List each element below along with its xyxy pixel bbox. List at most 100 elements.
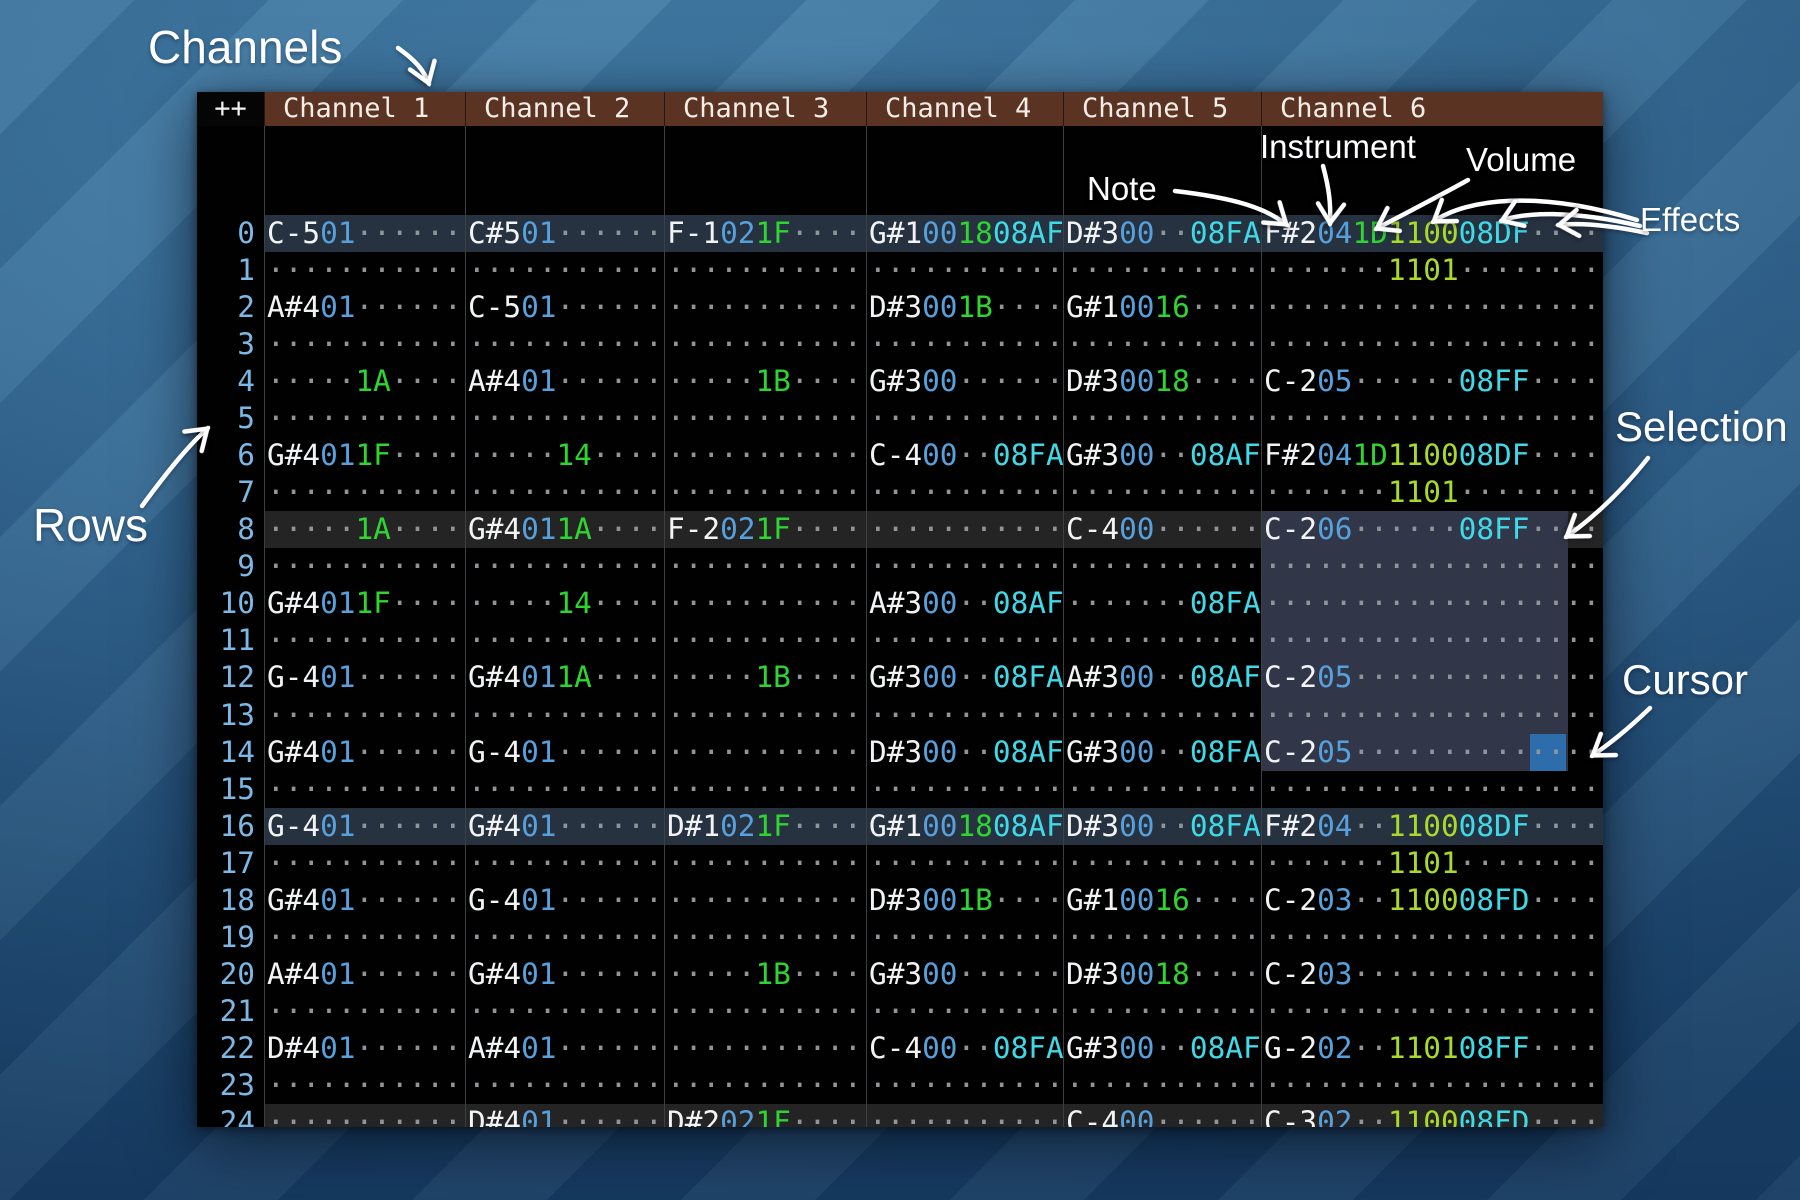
pattern-cell[interactable]: ···········: [667, 474, 862, 511]
pattern-cell[interactable]: ···········: [667, 771, 862, 808]
pattern-cell[interactable]: ···········: [667, 734, 862, 771]
pattern-cell[interactable]: ···········: [667, 882, 862, 919]
pattern-cell[interactable]: ···········: [869, 919, 1064, 956]
pattern-cell[interactable]: G#10016····: [1066, 882, 1261, 919]
pattern-cell[interactable]: ···········: [869, 548, 1064, 585]
pattern-cell[interactable]: ·······08FA: [1066, 585, 1261, 622]
pattern-cell[interactable]: ···················: [1264, 771, 1600, 808]
pattern-cell[interactable]: D#300··08FA: [1066, 808, 1261, 845]
pattern-cell[interactable]: ···········: [667, 289, 862, 326]
pattern-cell[interactable]: ···········: [667, 252, 862, 289]
pattern-cell[interactable]: ···········: [869, 622, 1064, 659]
pattern-cell[interactable]: G#401······: [267, 882, 462, 919]
pattern-cell[interactable]: ···········: [667, 400, 862, 437]
pattern-cell[interactable]: D#2021F····: [667, 1104, 862, 1127]
pattern-cell[interactable]: ···········: [869, 845, 1064, 882]
channel-header-3[interactable]: Channel 3: [664, 92, 866, 126]
pattern-cell[interactable]: C-400······: [1066, 511, 1261, 548]
pattern-cell[interactable]: ···········: [267, 771, 462, 808]
pattern-cell[interactable]: ···········: [667, 919, 862, 956]
pattern-cell[interactable]: ···················: [1264, 919, 1600, 956]
pattern-cell[interactable]: ···········: [869, 400, 1064, 437]
pattern-cell[interactable]: ·····14····: [468, 437, 663, 474]
channel-header-5[interactable]: Channel 5: [1063, 92, 1261, 126]
pattern-cell[interactable]: A#300··08AF: [1066, 659, 1261, 696]
pattern-cell[interactable]: ···········: [1066, 400, 1261, 437]
pattern-cell[interactable]: ···········: [1066, 845, 1261, 882]
pattern-cell[interactable]: G-401······: [267, 659, 462, 696]
pattern-cell[interactable]: ···········: [869, 1104, 1064, 1127]
pattern-cell[interactable]: ···················: [1264, 697, 1600, 734]
pattern-cell[interactable]: ···········: [267, 697, 462, 734]
pattern-cell[interactable]: ···········: [468, 548, 663, 585]
pattern-cell[interactable]: G#300··08AF: [1066, 437, 1261, 474]
pattern-cell[interactable]: C-205··············: [1264, 734, 1600, 771]
channel-header-6[interactable]: Channel 6: [1261, 92, 1603, 126]
pattern-cell[interactable]: G#10016····: [1066, 289, 1261, 326]
pattern-cell[interactable]: C-203··110008FD····: [1264, 882, 1600, 919]
pattern-cell[interactable]: ···········: [667, 326, 862, 363]
pattern-cell[interactable]: ·····1B····: [667, 956, 862, 993]
pattern-cell[interactable]: G#300··08FA: [869, 659, 1064, 696]
pattern-cell[interactable]: C-205··············: [1264, 659, 1600, 696]
pattern-cell[interactable]: ···········: [1066, 919, 1261, 956]
pattern-cell[interactable]: ·····1B····: [667, 363, 862, 400]
pattern-cell[interactable]: A#300··08AF: [869, 585, 1064, 622]
pattern-cell[interactable]: ···········: [1066, 326, 1261, 363]
pattern-cell[interactable]: ···········: [667, 622, 862, 659]
pattern-cell[interactable]: C-203··············: [1264, 956, 1600, 993]
pattern-cell[interactable]: G#1001808AF: [869, 215, 1064, 252]
pattern-cell[interactable]: ···········: [267, 252, 462, 289]
pattern-cell[interactable]: G#300······: [869, 956, 1064, 993]
pattern-cell[interactable]: G-401······: [267, 808, 462, 845]
pattern-cell[interactable]: G#4011A····: [468, 659, 663, 696]
pattern-cell[interactable]: G#1001808AF: [869, 808, 1064, 845]
pattern-cell[interactable]: ···················: [1264, 993, 1600, 1030]
pattern-cell[interactable]: ···········: [267, 1104, 462, 1127]
pattern-cell[interactable]: ···················: [1264, 400, 1600, 437]
pattern-cell[interactable]: ···········: [869, 252, 1064, 289]
pattern-cell[interactable]: ·······1101········: [1264, 474, 1600, 511]
pattern-cell[interactable]: ···········: [468, 622, 663, 659]
pattern-cell[interactable]: ···········: [468, 1067, 663, 1104]
pattern-cell[interactable]: ···········: [468, 919, 663, 956]
pattern-cell[interactable]: ···········: [869, 1067, 1064, 1104]
pattern-cell[interactable]: C-501······: [468, 289, 663, 326]
pattern-cell[interactable]: ···········: [667, 1030, 862, 1067]
pattern-cell[interactable]: ···········: [267, 474, 462, 511]
pattern-cell[interactable]: ···········: [667, 1067, 862, 1104]
pattern-cell[interactable]: G#401······: [468, 956, 663, 993]
header-corner-cell[interactable]: ++: [197, 92, 264, 126]
pattern-cell[interactable]: D#30018····: [1066, 363, 1261, 400]
pattern-cell[interactable]: ···········: [468, 252, 663, 289]
pattern-cell[interactable]: ·····14····: [468, 585, 663, 622]
pattern-cell[interactable]: ···········: [468, 845, 663, 882]
pattern-cell[interactable]: ·····1A····: [267, 363, 462, 400]
pattern-cell[interactable]: F#2041D110008DF····: [1264, 215, 1600, 252]
pattern-cell[interactable]: G-401······: [468, 734, 663, 771]
pattern-cell[interactable]: ···········: [869, 326, 1064, 363]
pattern-cell[interactable]: G#4011A····: [468, 511, 663, 548]
pattern-cell[interactable]: ···········: [468, 474, 663, 511]
pattern-cell[interactable]: D#401······: [267, 1030, 462, 1067]
pattern-cell[interactable]: C#501······: [468, 215, 663, 252]
pattern-cell[interactable]: ···········: [267, 919, 462, 956]
pattern-cell[interactable]: ···········: [667, 585, 862, 622]
pattern-cell[interactable]: A#401······: [267, 956, 462, 993]
pattern-cell[interactable]: D#401······: [468, 1104, 663, 1127]
pattern-cell[interactable]: ···········: [267, 400, 462, 437]
channel-header-4[interactable]: Channel 4: [866, 92, 1063, 126]
pattern-cell[interactable]: ···················: [1264, 622, 1600, 659]
pattern-cell[interactable]: ···········: [667, 548, 862, 585]
pattern-cell[interactable]: D#3001B····: [869, 289, 1064, 326]
pattern-cell[interactable]: G#401······: [267, 734, 462, 771]
pattern-cell[interactable]: C-205······08FF····: [1264, 363, 1600, 400]
pattern-cell[interactable]: A#401······: [267, 289, 462, 326]
pattern-cell[interactable]: ···········: [869, 474, 1064, 511]
pattern-cell[interactable]: ···········: [869, 511, 1064, 548]
pattern-cell[interactable]: ···········: [1066, 771, 1261, 808]
pattern-cell[interactable]: ···········: [267, 326, 462, 363]
pattern-cell[interactable]: ···········: [468, 697, 663, 734]
pattern-cell[interactable]: ···········: [267, 1067, 462, 1104]
pattern-cell[interactable]: G#401······: [468, 808, 663, 845]
